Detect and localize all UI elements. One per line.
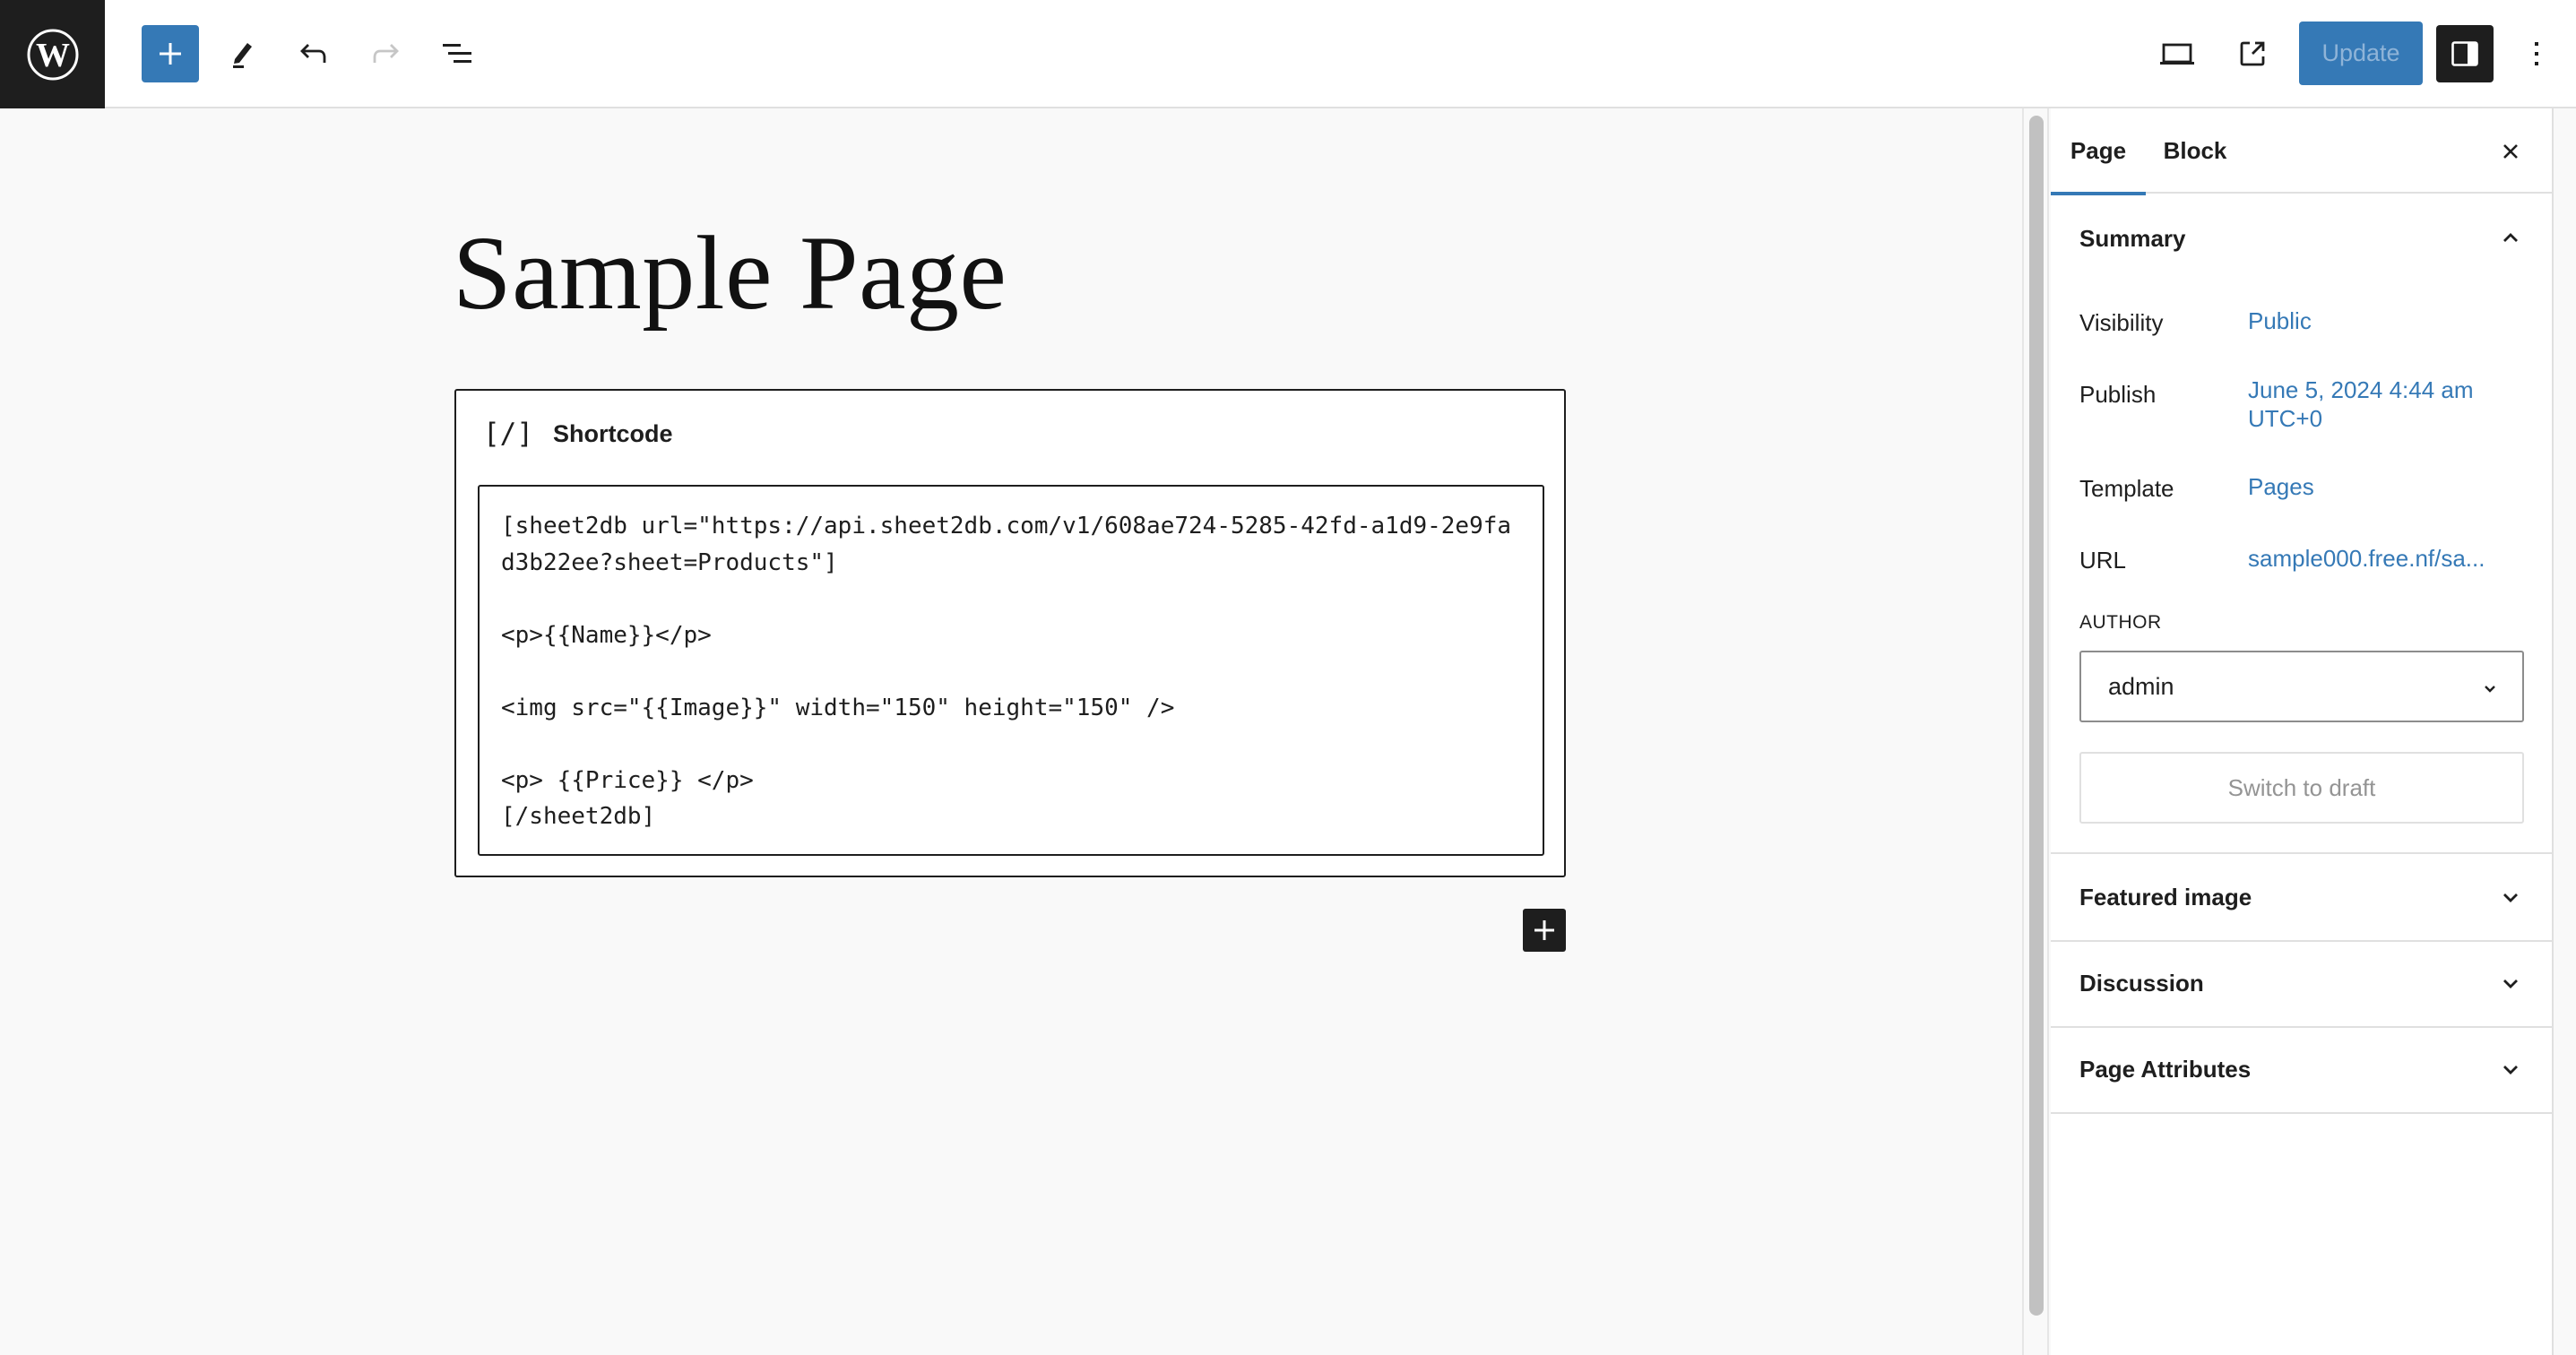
external-link-icon xyxy=(2240,41,2265,66)
scrollbar-thumb[interactable] xyxy=(2029,116,2044,1316)
wordpress-logo-icon: W xyxy=(27,29,78,80)
visibility-label: Visibility xyxy=(2079,309,2164,336)
undo-button[interactable] xyxy=(285,25,342,82)
settings-sidebar: Page Block Summary Visibility Public Pub… xyxy=(2051,108,2554,1355)
redo-icon xyxy=(373,44,399,63)
visibility-value-button[interactable]: Public xyxy=(2248,306,2312,335)
url-label: URL xyxy=(2079,547,2127,574)
discussion-panel-title: Discussion xyxy=(2079,969,2204,997)
featured-image-panel-title: Featured image xyxy=(2079,883,2252,911)
page-attributes-panel-title: Page Attributes xyxy=(2079,1055,2252,1083)
preview-button[interactable] xyxy=(2148,25,2206,82)
add-block-appender-button[interactable] xyxy=(1523,909,1566,952)
more-vertical-icon xyxy=(2535,42,2538,65)
close-icon xyxy=(2503,144,2518,159)
author-label: AUTHOR xyxy=(2079,612,2162,633)
template-value-button[interactable]: Pages xyxy=(2248,472,2314,501)
plus-icon xyxy=(160,43,181,65)
close-settings-button[interactable] xyxy=(2489,130,2532,173)
chevron-down-icon xyxy=(2485,686,2495,693)
shortcode-input[interactable]: [sheet2db url="https://api.sheet2db.com/… xyxy=(478,485,1544,856)
view-page-button[interactable] xyxy=(2224,25,2281,82)
chevron-down-icon xyxy=(2503,1066,2518,1075)
summary-panel-title: Summary xyxy=(2079,224,2186,252)
sidebar-gutter xyxy=(2554,108,2576,1355)
editor-header: W Update xyxy=(0,0,2576,108)
tab-block[interactable]: Block xyxy=(2148,108,2243,194)
editor-canvas: Sample Page [/] Shortcode [sheet2db url=… xyxy=(0,108,2022,1355)
settings-toggle-button[interactable] xyxy=(2436,25,2494,82)
sidebar-tabs: Page Block xyxy=(2051,108,2552,195)
block-label: [/] Shortcode xyxy=(483,418,673,450)
svg-text:W: W xyxy=(36,37,70,74)
shortcode-icon: [/] xyxy=(483,418,533,450)
undo-icon xyxy=(300,44,326,63)
options-menu-button[interactable] xyxy=(2515,25,2558,82)
publish-date-button[interactable]: June 5, 2024 4:44 am UTC+0 xyxy=(2248,375,2517,433)
discussion-panel-toggle[interactable]: Discussion xyxy=(2051,940,2552,1026)
chevron-down-icon xyxy=(2503,893,2518,902)
summary-panel-toggle[interactable]: Summary xyxy=(2051,195,2552,281)
tab-page[interactable]: Page xyxy=(2051,108,2146,195)
publish-label: Publish xyxy=(2079,381,2157,408)
page-attributes-panel-toggle[interactable]: Page Attributes xyxy=(2051,1026,2552,1112)
template-label: Template xyxy=(2079,475,2174,502)
document-overview-button[interactable] xyxy=(428,25,486,82)
chevron-up-icon xyxy=(2503,233,2518,242)
pencil-icon xyxy=(233,43,252,68)
switch-to-draft-button[interactable]: Switch to draft xyxy=(2079,752,2524,824)
url-value-button[interactable]: sample000.free.nf/sa... xyxy=(2248,544,2485,573)
author-select[interactable]: admin xyxy=(2079,651,2524,722)
list-view-icon xyxy=(443,44,471,63)
page-title[interactable]: Sample Page xyxy=(453,212,1007,334)
chevron-down-icon xyxy=(2503,980,2518,988)
redo-button[interactable] xyxy=(357,25,414,82)
shortcode-block[interactable]: [/] Shortcode [sheet2db url="https://api… xyxy=(454,389,1566,877)
wordpress-logo-button[interactable]: W xyxy=(0,0,105,108)
author-selected-value: admin xyxy=(2108,672,2174,700)
canvas-scrollbar[interactable] xyxy=(2022,108,2049,1355)
desktop-icon xyxy=(2160,43,2194,65)
sidebar-toggle-icon xyxy=(2451,41,2478,66)
plus-icon xyxy=(1534,920,1554,940)
block-name: Shortcode xyxy=(553,419,673,447)
featured-image-panel-toggle[interactable]: Featured image xyxy=(2051,854,2552,940)
panel-divider xyxy=(2051,1112,2552,1114)
update-button[interactable]: Update xyxy=(2299,22,2423,85)
add-block-button[interactable] xyxy=(142,25,199,82)
tools-button[interactable] xyxy=(213,25,271,82)
